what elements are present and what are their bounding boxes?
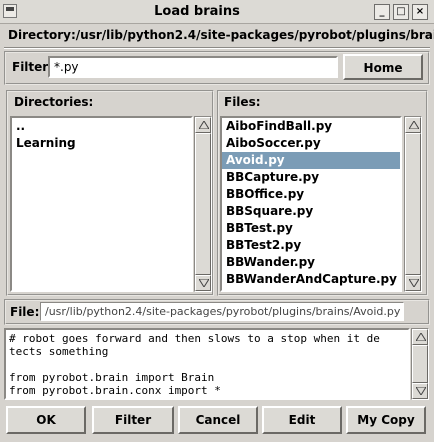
directories-label: Directories: [14, 95, 94, 109]
directory-path-label: Directory:/usr/lib/python2.4/site-packag… [8, 28, 434, 42]
scroll-up-arrow-icon[interactable] [195, 117, 211, 133]
file-item[interactable]: BBWander.py [222, 254, 400, 271]
close-button[interactable]: × [412, 4, 428, 20]
code-line: tects something [9, 345, 109, 358]
directories-scrollbar[interactable] [194, 116, 212, 292]
file-item[interactable]: BBOffice.py [222, 186, 400, 203]
code-line: # robot goes forward and then slows to a… [9, 332, 380, 345]
code-line: from pyrobot.brain import Brain [9, 371, 215, 384]
divider [4, 47, 430, 49]
file-item[interactable]: AiboFindBall.py [222, 118, 400, 135]
filter-label: Filter: [12, 60, 54, 74]
file-preview-text[interactable]: # robot goes forward and then slows to a… [4, 328, 410, 400]
minimize-button[interactable]: _ [374, 4, 390, 20]
directories-list[interactable]: .. Learning [10, 116, 193, 292]
scroll-thumb[interactable] [405, 133, 421, 275]
title-bar[interactable]: Load brains _ □ × [0, 0, 434, 24]
directory-item-learning[interactable]: Learning [12, 135, 191, 152]
files-scrollbar[interactable] [404, 116, 422, 292]
scroll-down-arrow-icon[interactable] [405, 275, 421, 291]
scroll-down-arrow-icon[interactable] [195, 275, 211, 291]
scroll-down-arrow-icon[interactable] [412, 383, 428, 399]
home-button[interactable]: Home [343, 54, 423, 80]
filter-input[interactable]: *.py [48, 56, 338, 78]
file-item[interactable]: BBTest.py [222, 220, 400, 237]
cancel-button[interactable]: Cancel [178, 406, 258, 434]
directory-item-parent[interactable]: .. [12, 118, 191, 135]
file-item[interactable]: BBCapture.py [222, 169, 400, 186]
preview-scrollbar[interactable] [411, 328, 429, 400]
scroll-thumb[interactable] [412, 345, 428, 383]
file-label: File: [10, 305, 40, 319]
code-line: from pyrobot.brain.conx import * [9, 384, 221, 397]
ok-button[interactable]: OK [6, 406, 86, 434]
edit-button[interactable]: Edit [262, 406, 342, 434]
files-label: Files: [224, 95, 261, 109]
my-copy-button[interactable]: My Copy [346, 406, 426, 434]
file-item[interactable]: BBTest2.py [222, 237, 400, 254]
scroll-up-arrow-icon[interactable] [405, 117, 421, 133]
file-path-field[interactable]: /usr/lib/python2.4/site-packages/pyrobot… [40, 302, 404, 321]
file-item[interactable]: BBWanderAndCapture.py [222, 271, 400, 288]
file-item-selected[interactable]: Avoid.py [222, 152, 400, 169]
files-list[interactable]: AiboFindBall.py AiboSoccer.py Avoid.py B… [220, 116, 402, 292]
scroll-thumb[interactable] [195, 133, 211, 275]
scroll-up-arrow-icon[interactable] [412, 329, 428, 345]
file-item[interactable]: BBSquare.py [222, 203, 400, 220]
file-item[interactable]: AiboSoccer.py [222, 135, 400, 152]
maximize-button[interactable]: □ [393, 4, 409, 20]
filter-button[interactable]: Filter [92, 406, 174, 434]
window-title: Load brains [154, 4, 240, 19]
